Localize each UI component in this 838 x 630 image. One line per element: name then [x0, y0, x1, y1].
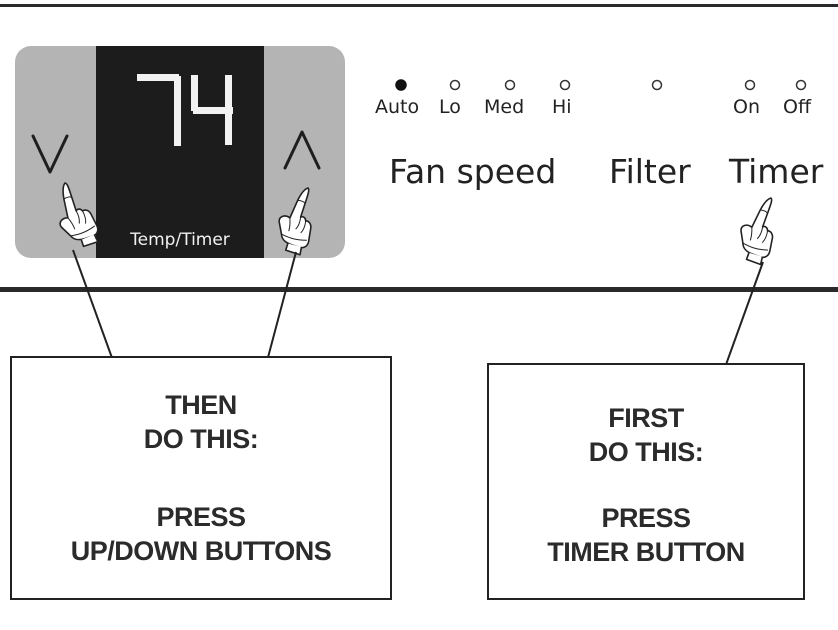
up-arrow-icon[interactable] — [283, 130, 321, 170]
instruction-line: DO THIS: — [588, 437, 704, 467]
instruction-line: PRESS — [601, 503, 691, 533]
filter-button[interactable]: Filter — [609, 152, 691, 191]
digit-seven — [137, 74, 181, 146]
fan-speed-button[interactable]: Fan speed — [389, 152, 556, 191]
timer-indicator-off — [795, 79, 807, 91]
timer-indicator-on — [744, 79, 756, 91]
fan-indicator-auto — [395, 79, 407, 91]
filter-indicator — [651, 79, 663, 91]
pointing-hand-icon — [47, 176, 103, 252]
timer-option-on: On — [733, 96, 760, 118]
instruction-line: DO THIS: — [143, 424, 259, 454]
instruction-line: TIMER BUTTON — [547, 537, 745, 567]
pointing-hand-icon — [731, 191, 788, 267]
instruction-box-first: FIRST DO THIS: PRESS TIMER BUTTON — [487, 363, 805, 600]
instruction-box-then: THEN DO THIS: PRESS UP/DOWN BUTTONS — [10, 356, 392, 600]
instruction-line: UP/DOWN BUTTONS — [70, 536, 332, 566]
timer-option-off: Off — [783, 96, 812, 118]
fan-option-lo: Lo — [439, 96, 461, 118]
fan-option-med: Med — [484, 96, 525, 118]
fan-indicator-med — [504, 79, 516, 91]
instruction-line: PRESS — [156, 502, 246, 532]
digit-four — [191, 75, 233, 145]
fan-option-auto: Auto — [375, 96, 420, 118]
instruction-line: THEN — [165, 390, 237, 420]
fan-indicator-hi — [559, 79, 571, 91]
fan-indicator-lo — [449, 79, 461, 91]
instruction-line: FIRST — [608, 403, 684, 433]
down-arrow-icon[interactable] — [31, 134, 69, 174]
pointing-hand-icon — [270, 181, 326, 257]
fan-option-hi: Hi — [552, 96, 572, 118]
timer-button[interactable]: Timer — [729, 152, 823, 191]
